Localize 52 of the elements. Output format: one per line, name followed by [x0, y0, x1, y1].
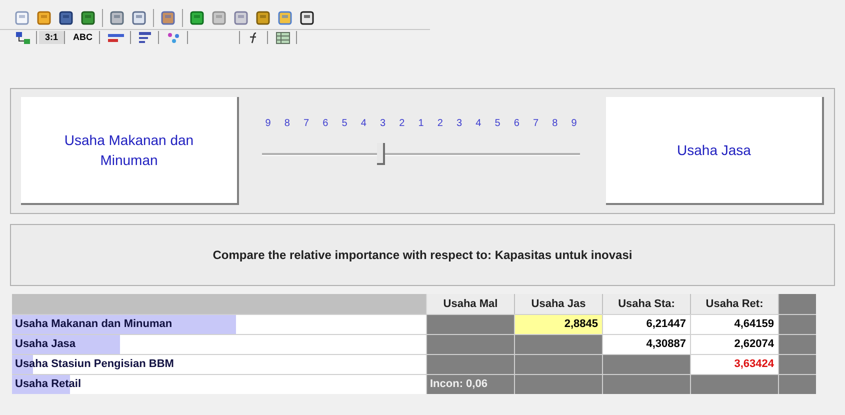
cell-value: 3,63424 — [734, 357, 774, 372]
row-label-text: Usaha Retail — [14, 377, 82, 392]
cell-value: 6,21447 — [646, 317, 686, 332]
column-header[interactable]: Usaha Mal — [427, 294, 515, 314]
column-header[interactable]: Usaha Jas — [515, 294, 603, 314]
scale-number: 1 — [417, 117, 425, 131]
comparison-slider[interactable]: 9 8 7 6 5 4 3 2 1 2 3 4 5 6 7 8 9 — [261, 116, 581, 186]
scale-number: 8 — [551, 117, 559, 131]
row-label[interactable]: Usaha Makanan dan Minuman — [12, 315, 427, 334]
cell-value: 4,64159 — [734, 317, 774, 332]
column-header[interactable]: Usaha Ret: — [691, 294, 779, 314]
scale-number: 7 — [532, 117, 540, 131]
scale-number: 9 — [570, 117, 578, 131]
scale-number: 4 — [474, 117, 482, 131]
scale-number: 6 — [512, 117, 520, 131]
bar-icon — [139, 32, 152, 44]
value-cell[interactable]: 4,30887 — [603, 335, 691, 354]
value-cell[interactable]: 6,21447 — [603, 315, 691, 334]
slider-thumb[interactable] — [377, 143, 386, 165]
bar-icon — [108, 32, 124, 42]
row-label[interactable]: Usaha Stasiun Pengisian BBM — [12, 355, 427, 374]
comparison-prompt: Compare the relative importance with respect to: Kapasitas untuk inovasi — [212, 247, 632, 264]
scatter-icon — [166, 32, 181, 44]
row-label-text: Usaha Stasiun Pengisian BBM — [14, 357, 174, 372]
value-cell[interactable]: 2,8845 — [515, 315, 603, 334]
column-header[interactable]: Usaha Sta: — [603, 294, 691, 314]
scale-number: 5 — [340, 117, 348, 131]
cell-value: 2,8845 — [564, 317, 598, 332]
scale-number: 5 — [494, 117, 502, 131]
scale-number: 3 — [455, 117, 464, 131]
scale-number: 4 — [360, 117, 368, 131]
scale-number: 7 — [302, 117, 310, 131]
scale-number: 8 — [283, 117, 291, 131]
row-label[interactable]: Usaha Retail — [12, 375, 427, 394]
row-label-text: Usaha Jasa — [14, 337, 76, 352]
grid-icon — [276, 32, 290, 44]
row-label[interactable]: Usaha Jasa — [12, 335, 427, 354]
cell-value: 4,30887 — [646, 337, 686, 352]
value-cell[interactable]: 4,64159 — [691, 315, 779, 334]
tab[interactable]: 3:1 — [39, 31, 66, 44]
cell-value: 2,62074 — [734, 337, 774, 352]
scale-number: 3 — [378, 117, 387, 131]
right-option-card[interactable]: Usaha Jasa — [606, 97, 824, 205]
value-cell[interactable]: 2,62074 — [691, 335, 779, 354]
value-cell[interactable]: 3,63424 — [691, 355, 779, 374]
scale-number: 2 — [436, 117, 444, 131]
left-option-card[interactable]: Usaha Makanan dan Minuman — [21, 97, 239, 205]
scale-number: 6 — [322, 117, 330, 131]
tree-icon — [16, 32, 30, 44]
row-label-text: Usaha Makanan dan Minuman — [14, 317, 172, 332]
scale-number: 2 — [398, 117, 406, 131]
scale-number: 9 — [264, 117, 272, 131]
